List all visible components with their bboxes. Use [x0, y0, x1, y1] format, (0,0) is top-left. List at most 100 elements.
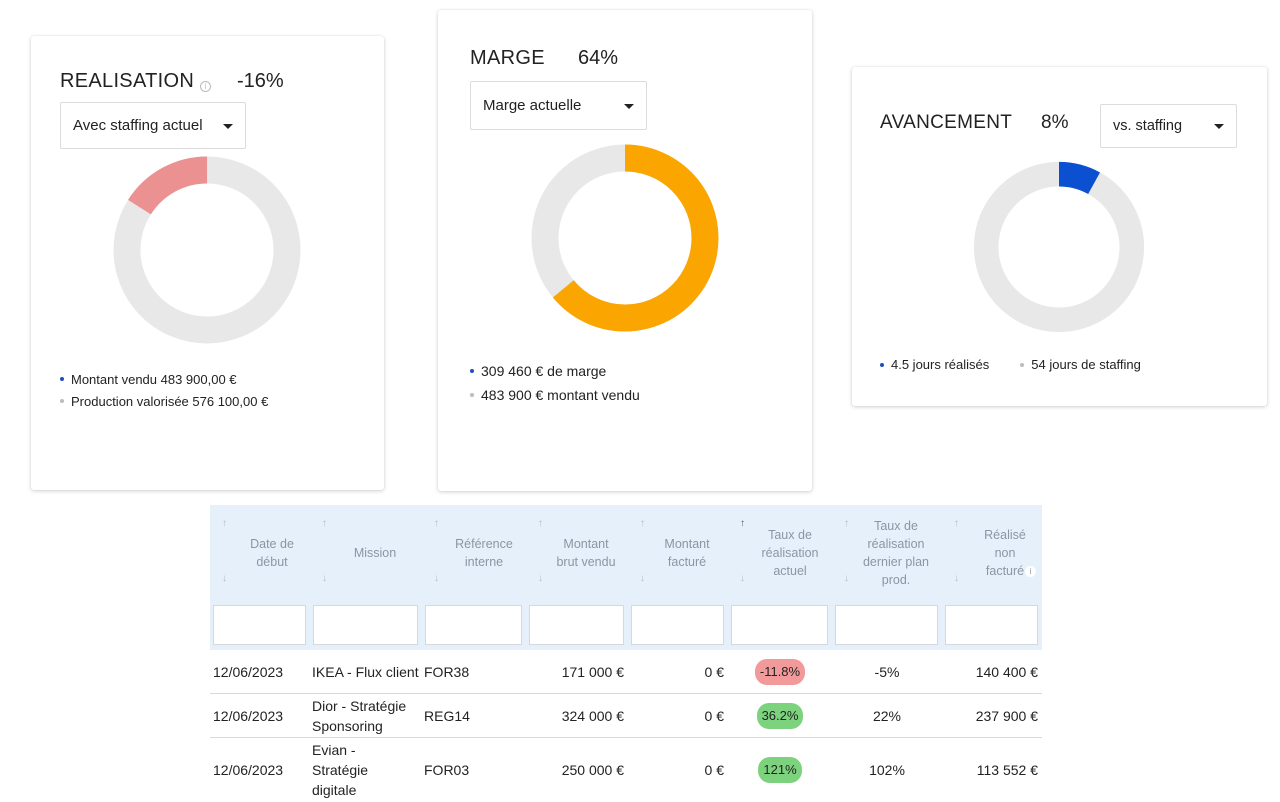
sort-up-icon[interactable]: ↑ [640, 515, 645, 533]
filter-input-date[interactable] [213, 605, 306, 645]
marge-card: MARGE 64% Marge actuelle 309 460 € de ma… [438, 10, 812, 491]
cell-mission: Evian - Stratégie digitale [312, 742, 369, 798]
status-badge: 36.2% [756, 702, 804, 729]
realisation-legend: Montant vendu 483 900,00 € Production va… [60, 368, 268, 412]
cell-montant-facture: 0 € [704, 762, 724, 778]
table-header: ↑ Date de début ↓ ↑ Mission ↓ ↑ Référenc… [210, 505, 1042, 650]
marge-value: 64% [578, 47, 619, 69]
info-icon[interactable]: i [200, 81, 212, 92]
marge-donut-chart [531, 144, 719, 332]
sort-up-icon[interactable]: ↑ [434, 515, 439, 533]
sort-up-icon[interactable]: ↑ [322, 515, 327, 533]
sort-up-icon[interactable]: ↑ [954, 515, 959, 533]
avancement-value: 8% [1041, 112, 1069, 133]
sort-down-icon[interactable]: ↓ [640, 570, 645, 588]
chevron-down-icon [223, 123, 233, 129]
cell-montant-vendu: 250 000 € [561, 762, 624, 778]
realisation-select-value: Avec staffing actuel [73, 117, 203, 134]
column-header-reference[interactable]: ↑ Référence interne ↓ [422, 505, 526, 600]
avancement-select[interactable]: vs. staffing [1100, 104, 1237, 148]
legend-dot [60, 399, 64, 403]
sort-down-icon[interactable]: ↓ [538, 570, 543, 588]
chevron-down-icon [1214, 124, 1224, 129]
column-header-taux-plan[interactable]: ↑ Taux de réalisation dernier plan prod.… [832, 505, 942, 600]
chevron-down-icon [624, 103, 634, 109]
avancement-title: AVANCEMENT [880, 112, 1013, 133]
cell-reference: REG14 [424, 707, 470, 724]
cell-montant-vendu: 324 000 € [561, 707, 624, 724]
filter-input-montant-vendu[interactable] [529, 605, 624, 645]
sort-up-icon[interactable]: ↑ [222, 515, 227, 533]
cell-mission: Dior - Stratégie Sponsoring [312, 697, 407, 734]
legend-item: 309 460 € de marge [470, 359, 640, 383]
filter-input-taux-plan[interactable] [835, 605, 938, 645]
column-header-mission[interactable]: ↑ Mission ↓ [310, 505, 422, 600]
cell-reference: FOR03 [424, 762, 470, 778]
realisation-card: REALISATION i -16% Avec staffing actuel M… [31, 36, 384, 490]
avancement-donut-chart [973, 161, 1145, 333]
cell-montant-vendu: 171 000 € [561, 663, 624, 680]
cell-taux-actuel: 36.2% [728, 694, 832, 737]
marge-select-value: Marge actuelle [483, 97, 582, 114]
sort-up-icon[interactable]: ↑ [538, 515, 543, 533]
column-header-non-facture[interactable]: ↑ Réalisé non facturé i ↓ [942, 505, 1042, 600]
sort-down-icon[interactable]: ↓ [844, 570, 849, 588]
cell-taux-plan: -5% [874, 663, 900, 680]
legend-item: 4.5 jours réalisés [880, 357, 989, 372]
table-row[interactable]: 12/06/2023 Dior - Stratégie Sponsoring R… [210, 694, 1042, 738]
cell-taux-plan: 22% [872, 707, 902, 724]
column-header-montant-vendu[interactable]: ↑ Montant brut vendu ↓ [526, 505, 628, 600]
sort-down-icon[interactable]: ↓ [434, 570, 439, 588]
legend-dot [1020, 362, 1025, 367]
cell-non-facture: 140 400 € [975, 663, 1038, 680]
cell-non-facture: 113 552 € [976, 762, 1038, 778]
sort-down-icon[interactable]: ↓ [222, 570, 227, 588]
info-icon[interactable]: i [1025, 566, 1036, 577]
cell-taux-plan: 102% [869, 762, 905, 778]
avancement-legend: 4.5 jours réalisés 54 jours de staffing [880, 357, 1141, 372]
avancement-card: AVANCEMENT 8% vs. staffing 4.5 jours réa… [852, 67, 1267, 406]
sort-down-icon[interactable]: ↓ [740, 570, 745, 588]
legend-item: 483 900 € montant vendu [470, 383, 640, 407]
cell-non-facture: 237 900 € [975, 707, 1038, 724]
cell-montant-facture: 0 € [704, 707, 724, 724]
legend-dot [880, 362, 884, 367]
column-header-date[interactable]: ↑ Date de début ↓ [210, 505, 310, 600]
table-row[interactable]: 12/06/2023 Evian - Stratégie digitale FO… [210, 738, 1042, 802]
column-header-montant-facture[interactable]: ↑ Montant facturé ↓ [628, 505, 728, 600]
legend-dot [470, 393, 474, 397]
cell-taux-actuel: -11.8% [728, 650, 832, 693]
cell-taux-actuel: 121% [728, 738, 832, 802]
cell-date: 12/06/2023 [213, 707, 284, 724]
marge-title: MARGE [470, 47, 545, 69]
donut-track [973, 161, 1145, 333]
cell-date: 12/06/2023 [213, 762, 284, 778]
realisation-donut-chart [113, 156, 301, 344]
legend-item: Montant vendu 483 900,00 € [60, 368, 268, 390]
cell-reference: FOR38 [424, 663, 470, 680]
filter-input-taux-actuel[interactable] [731, 605, 828, 645]
column-header-taux-actuel[interactable]: ↑ Taux de réalisation actuel ↓ [728, 505, 832, 600]
filter-input-reference[interactable] [425, 605, 522, 645]
cell-mission: IKEA - Flux client [312, 663, 419, 680]
sort-up-icon[interactable]: ↑ [844, 515, 849, 533]
realisation-select[interactable]: Avec staffing actuel [60, 102, 246, 149]
legend-item: Production valorisée 576 100,00 € [60, 390, 268, 412]
sort-down-icon[interactable]: ↓ [954, 570, 959, 588]
filter-input-montant-facture[interactable] [631, 605, 724, 645]
table-row[interactable]: 12/06/2023 IKEA - Flux client FOR38 171 … [210, 650, 1042, 694]
avancement-select-value: vs. staffing [1113, 118, 1183, 134]
legend-dot [60, 377, 64, 381]
realisation-value: -16% [237, 70, 284, 92]
sort-up-icon[interactable]: ↑ [740, 515, 745, 533]
filter-input-non-facture[interactable] [945, 605, 1038, 645]
realisation-title: REALISATION i [60, 70, 212, 93]
status-badge: 121% [758, 757, 802, 783]
sort-down-icon[interactable]: ↓ [322, 570, 327, 588]
filter-input-mission[interactable] [313, 605, 418, 645]
cell-montant-facture: 0 € [704, 663, 724, 680]
marge-select[interactable]: Marge actuelle [470, 81, 647, 130]
legend-item: 54 jours de staffing [1020, 357, 1141, 372]
status-badge: -11.8% [754, 658, 806, 685]
cell-date: 12/06/2023 [213, 663, 284, 680]
